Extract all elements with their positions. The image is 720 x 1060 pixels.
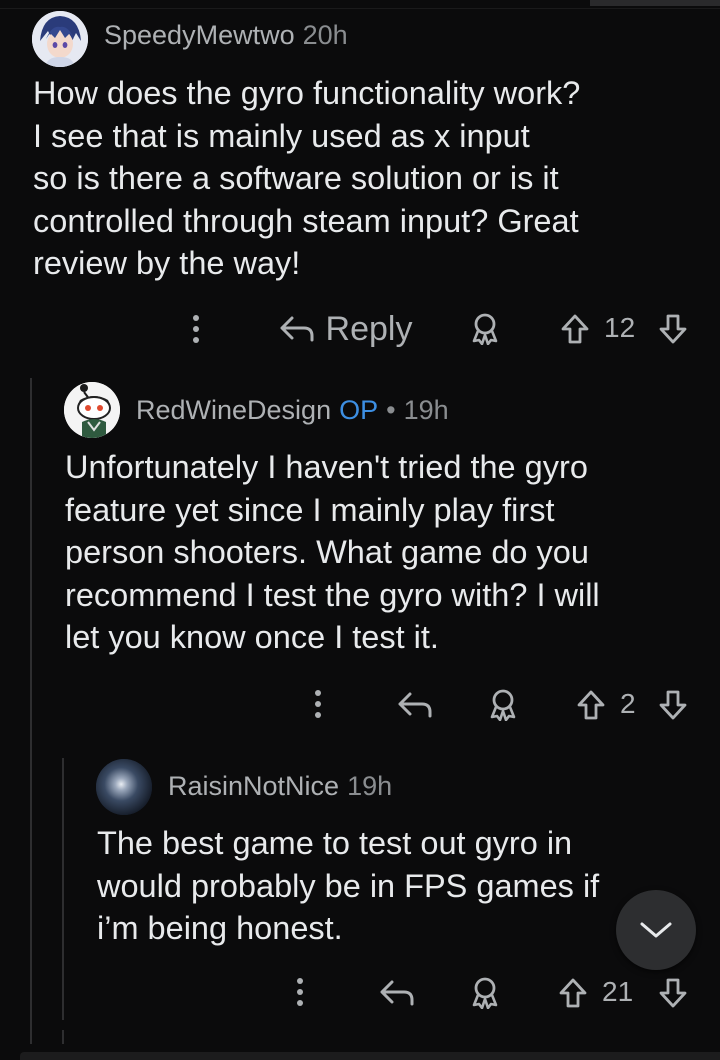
username[interactable]: RaisinNotNice (168, 771, 339, 802)
comment-age: 19h (403, 395, 449, 425)
comment-text: How does the gyro functionality work? I … (33, 72, 580, 285)
thread-line-stub (62, 1030, 64, 1044)
comment-header: SpeedyMewtwo 20h (104, 20, 348, 51)
more-options-button[interactable] (176, 309, 216, 349)
comment-header: RaisinNotNice 19h (168, 771, 392, 802)
comment-line: How does the gyro functionality work? (33, 75, 581, 111)
reply-arrow-icon (398, 692, 432, 718)
award-icon (472, 977, 498, 1009)
comment-line: controlled through steam input? Great (33, 202, 579, 239)
more-options-button[interactable] (280, 972, 320, 1012)
thread-line-stub (30, 1030, 32, 1044)
upvote-button[interactable] (554, 974, 592, 1012)
comment-line: recommend I test the gyro with? I will (65, 576, 600, 613)
reply-arrow-icon (280, 316, 314, 342)
separator-dot: • (386, 395, 396, 425)
thread-line-level-2[interactable] (62, 758, 64, 1020)
scroll-next-comment-button[interactable] (616, 890, 696, 970)
downvote-button[interactable] (654, 686, 692, 724)
more-options-icon (193, 315, 199, 343)
comment-line: person shooters. What game do you (65, 534, 589, 571)
avatar[interactable] (64, 382, 120, 438)
user-avatar-image (32, 11, 88, 67)
username[interactable]: RedWineDesign (136, 395, 331, 426)
upvote-icon (577, 690, 605, 720)
downvote-icon (659, 978, 687, 1008)
comment-line: would probably be in FPS games if (97, 867, 600, 904)
award-button[interactable] (466, 310, 504, 348)
bottom-edge (20, 1052, 720, 1060)
downvote-icon (659, 690, 687, 720)
award-button[interactable] (466, 974, 504, 1012)
award-button[interactable] (484, 686, 522, 724)
comment-line: The best game to test out gyro in (97, 825, 573, 861)
downvote-button[interactable] (654, 974, 692, 1012)
comment-age: 20h (302, 20, 348, 50)
more-options-icon (315, 690, 321, 718)
reply-button[interactable] (376, 974, 418, 1012)
upvote-icon (559, 978, 587, 1008)
thread-line-level-1[interactable] (30, 378, 32, 1038)
user-avatar-image (96, 759, 152, 815)
op-badge: OP (339, 395, 379, 425)
avatar[interactable] (96, 759, 152, 815)
comment-age: 19h (347, 771, 393, 801)
downvote-button[interactable] (654, 310, 692, 348)
reply-label: Reply (325, 309, 413, 348)
comment-line: I see that is mainly used as x input (33, 117, 530, 154)
snoo-avatar-image (64, 382, 120, 438)
upvote-icon (561, 314, 589, 344)
reply-arrow-icon (380, 980, 414, 1006)
vote-score: 12 (604, 312, 636, 343)
username[interactable]: SpeedyMewtwo (104, 20, 295, 51)
top-edge-thumbnail (590, 0, 720, 6)
comment-line: feature yet since I mainly play first (65, 491, 555, 528)
avatar[interactable] (32, 11, 88, 67)
comment-line: i’m being honest. (97, 910, 343, 947)
upvote-button[interactable] (556, 310, 594, 348)
award-icon (490, 689, 516, 721)
chevron-down-icon (640, 922, 672, 938)
comment-line: so is there a software solution or is it (33, 160, 559, 197)
vote-score: 21 (602, 976, 634, 1007)
comment-text: Unfortunately I haven't tried the gyro f… (65, 446, 600, 659)
reply-button[interactable]: Reply (270, 306, 420, 352)
comment-text: The best game to test out gyro in would … (97, 822, 599, 950)
vote-score: 2 (620, 688, 636, 719)
upvote-button[interactable] (572, 686, 610, 724)
comment-line: Unfortunately I haven't tried the gyro (65, 449, 588, 485)
comment-header: RedWineDesign OP • 19h (136, 395, 449, 426)
comment-line: review by the way! (33, 245, 301, 282)
more-options-icon (297, 978, 303, 1006)
comment-line: let you know once I test it. (65, 619, 439, 656)
award-icon (472, 313, 498, 345)
more-options-button[interactable] (298, 684, 338, 724)
downvote-icon (659, 314, 687, 344)
reply-button[interactable] (394, 686, 436, 724)
